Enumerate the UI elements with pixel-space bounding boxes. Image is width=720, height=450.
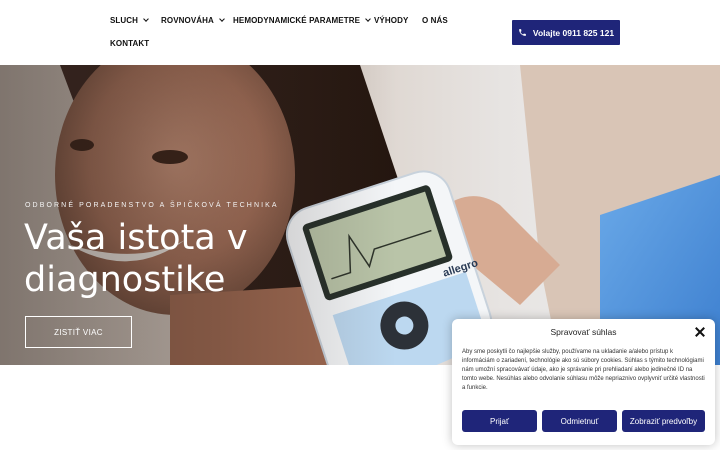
chevron-down-icon — [219, 16, 225, 22]
page: SLUCH ROVNOVÁHA HEMODYNAMICKÉ PARAMETRE … — [0, 0, 720, 450]
nav-label: KONTAKT — [110, 39, 150, 48]
nav-label: VÝHODY — [374, 16, 409, 25]
nav-item-hemodynamicke-parametre[interactable]: HEMODYNAMICKÉ PARAMETRE — [233, 16, 371, 25]
nav-item-o-nas[interactable]: O NÁS — [422, 16, 448, 25]
consent-title: Spravovať súhlas — [550, 327, 617, 337]
phone-icon — [519, 29, 526, 36]
nav-label: O NÁS — [422, 16, 448, 25]
hero-eyebrow: ODBORNÉ PORADENSTVO A ŠPIČKOVÁ TECHNIKA — [25, 202, 279, 209]
close-icon[interactable] — [695, 327, 705, 337]
chevron-down-icon — [143, 16, 149, 22]
site-header: SLUCH ROVNOVÁHA HEMODYNAMICKÉ PARAMETRE … — [0, 0, 720, 65]
preferences-button[interactable]: Zobraziť predvoľby — [622, 410, 705, 432]
nav-item-rovnovaha[interactable]: ROVNOVÁHA — [161, 16, 225, 25]
nav-label: HEMODYNAMICKÉ PARAMETRE — [233, 16, 361, 25]
hero-title: Vaša istota v diagnostike — [24, 218, 248, 300]
chevron-down-icon — [365, 16, 371, 22]
call-button-label: Volajte 0911 825 121 — [532, 27, 615, 38]
nav-item-sluch[interactable]: SLUCH — [110, 16, 149, 25]
accept-button[interactable]: Prijať — [462, 410, 537, 432]
nav-item-vyhody[interactable]: VÝHODY — [374, 16, 408, 25]
consent-text: Aby sme poskytli čo najlepšie služby, po… — [462, 349, 705, 391]
deny-button[interactable]: Odmietnuť — [542, 410, 617, 432]
call-button[interactable]: Volajte 0911 825 121 — [512, 20, 620, 45]
cookie-consent-dialog: Spravovať súhlas Aby sme poskytli čo naj… — [452, 319, 715, 445]
nav-label: SLUCH — [110, 16, 139, 25]
nav-item-kontakt[interactable]: KONTAKT — [110, 39, 149, 48]
learn-more-button[interactable]: ZISTIŤ VIAC — [25, 316, 132, 348]
nav-label: ROVNOVÁHA — [161, 16, 214, 25]
